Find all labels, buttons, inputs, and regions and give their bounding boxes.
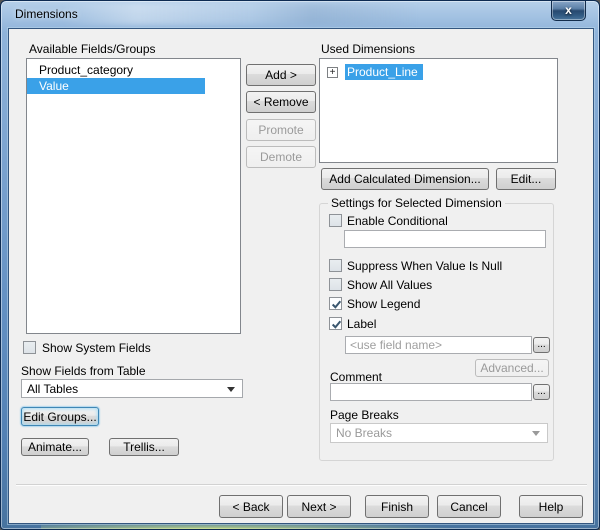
expand-icon[interactable]: + — [327, 67, 338, 78]
available-fields-listbox[interactable]: Product_category Value — [26, 58, 241, 334]
enable-conditional-label: Enable Conditional — [347, 214, 448, 228]
show-all-values-label: Show All Values — [347, 278, 432, 292]
show-fields-from-table-label: Show Fields from Table — [21, 364, 146, 378]
title-bar[interactable]: Dimensions x — [1, 1, 599, 28]
show-system-fields-checkbox[interactable] — [23, 341, 36, 354]
edit-groups-button[interactable]: Edit Groups... — [21, 407, 99, 426]
cancel-label: Cancel — [450, 500, 487, 514]
dropdown-arrow-icon — [532, 431, 540, 436]
next-label: Next > — [301, 500, 336, 514]
enable-conditional-checkbox[interactable] — [329, 214, 342, 227]
back-label: < Back — [232, 500, 269, 514]
checkmark-icon — [330, 319, 343, 330]
show-all-values-checkbox[interactable] — [329, 278, 342, 291]
label-browse-button[interactable]: ... — [533, 337, 550, 353]
page-breaks-label: Page Breaks — [330, 408, 399, 422]
add-label: Add > — [265, 68, 297, 82]
footer-divider — [16, 484, 587, 486]
available-fields-label: Available Fields/Groups — [29, 42, 156, 56]
settings-groupbox: Settings for Selected Dimension Enable C… — [319, 203, 554, 461]
advanced-button: Advanced... — [475, 359, 549, 377]
show-legend-checkbox[interactable] — [329, 297, 342, 310]
show-system-fields-label: Show System Fields — [42, 341, 151, 355]
titlebar-glass-highlight — [61, 3, 481, 25]
dimensions-dialog: Dimensions x Available Fields/Groups Pro… — [0, 0, 600, 530]
close-icon: x — [565, 3, 572, 17]
edit-groups-label: Edit Groups... — [23, 410, 96, 424]
close-button[interactable]: x — [551, 1, 586, 21]
used-dimensions-tree[interactable]: + Product_Line — [319, 58, 558, 163]
settings-group-title: Settings for Selected Dimension — [328, 196, 505, 210]
page-breaks-value: No Breaks — [336, 426, 392, 440]
help-label: Help — [539, 500, 564, 514]
comment-input[interactable] — [330, 383, 532, 401]
conditional-input[interactable] — [344, 230, 546, 248]
finish-button[interactable]: Finish — [365, 495, 429, 518]
label-name-input[interactable] — [345, 336, 532, 354]
add-calculated-label: Add Calculated Dimension... — [329, 172, 480, 186]
cancel-button[interactable]: Cancel — [437, 495, 501, 518]
advanced-label: Advanced... — [480, 361, 543, 375]
next-button[interactable]: Next > — [287, 495, 351, 518]
add-calculated-dimension-button[interactable]: Add Calculated Dimension... — [321, 168, 489, 190]
show-legend-label: Show Legend — [347, 297, 420, 311]
label-checkbox-label: Label — [347, 317, 376, 331]
comment-browse-button[interactable]: ... — [533, 384, 550, 400]
edit-button[interactable]: Edit... — [496, 168, 556, 190]
list-item-product-category[interactable]: Product_category — [27, 62, 240, 78]
label-checkbox[interactable] — [329, 317, 342, 330]
finish-label: Finish — [381, 500, 413, 514]
promote-label: Promote — [258, 123, 303, 137]
checkmark-icon — [330, 299, 343, 310]
dialog-content: Available Fields/Groups Product_category… — [8, 28, 594, 524]
back-button[interactable]: < Back — [219, 495, 283, 518]
add-button[interactable]: Add > — [246, 64, 316, 86]
list-item-value-selected[interactable]: Value — [27, 78, 205, 94]
trellis-label: Trellis... — [123, 440, 165, 454]
table-filter-value: All Tables — [27, 382, 78, 396]
animate-label: Animate... — [28, 440, 82, 454]
tree-item-product-line-selected[interactable]: Product_Line — [345, 64, 423, 80]
window-title: Dimensions — [15, 7, 78, 21]
ellipsis-icon: ... — [537, 340, 545, 350]
demote-label: Demote — [260, 150, 302, 164]
trellis-button[interactable]: Trellis... — [109, 438, 179, 456]
remove-label: < Remove — [253, 95, 308, 109]
help-button[interactable]: Help — [519, 495, 583, 518]
suppress-null-checkbox[interactable] — [329, 259, 342, 272]
page-breaks-dropdown: No Breaks — [330, 423, 548, 443]
table-filter-dropdown[interactable]: All Tables — [21, 379, 243, 398]
used-dimensions-label: Used Dimensions — [321, 42, 415, 56]
comment-label: Comment — [330, 370, 382, 384]
demote-button: Demote — [246, 146, 316, 168]
ellipsis-icon: ... — [537, 387, 545, 397]
promote-button: Promote — [246, 119, 316, 141]
edit-label: Edit... — [511, 172, 542, 186]
animate-button[interactable]: Animate... — [21, 438, 89, 456]
suppress-null-label: Suppress When Value Is Null — [347, 259, 502, 273]
remove-button[interactable]: < Remove — [246, 91, 316, 113]
dropdown-arrow-icon — [227, 387, 235, 392]
